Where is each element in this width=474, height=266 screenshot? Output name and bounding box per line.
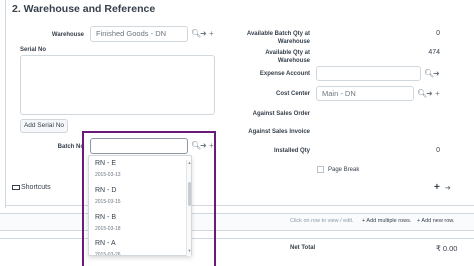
available-batch-qty-label: Available Batch Qty at Warehouse bbox=[246, 31, 310, 45]
add-serial-no-button[interactable]: Add Serial No bbox=[20, 119, 68, 133]
add-multiple-rows-link[interactable]: + Add multiple rows. bbox=[362, 218, 411, 224]
expense-account-input[interactable] bbox=[316, 66, 421, 81]
arrow-right-icon[interactable]: ➜ bbox=[433, 69, 440, 79]
installed-qty-value: 0 bbox=[436, 147, 440, 154]
section-title: 2. Warehouse and Reference bbox=[12, 3, 156, 15]
page-break-checkbox[interactable] bbox=[317, 166, 324, 173]
section-border bbox=[5, 0, 6, 208]
plus-icon[interactable]: + bbox=[209, 29, 214, 39]
add-new-row-link[interactable]: + Add new row. bbox=[417, 218, 454, 224]
warehouse-reference-section: 2. Warehouse and Reference Warehouse Fin… bbox=[0, 0, 474, 208]
arrow-right-icon[interactable]: ➜ bbox=[426, 89, 433, 99]
page-break-label: Page Break bbox=[328, 167, 360, 173]
arrow-right-icon[interactable]: ➜ bbox=[200, 29, 207, 39]
add-shortcut-icon[interactable]: + bbox=[434, 183, 440, 193]
serial-no-label: Serial No bbox=[20, 47, 47, 53]
serial-no-textarea[interactable] bbox=[20, 55, 215, 115]
available-qty-value: 474 bbox=[428, 49, 440, 56]
warehouse-label: Warehouse bbox=[51, 32, 84, 38]
against-sales-order-label: Against Sales Order bbox=[252, 111, 310, 117]
installed-qty-label: Installed Qty bbox=[273, 148, 310, 154]
section-divider bbox=[5, 205, 474, 206]
plus-icon[interactable]: + bbox=[435, 89, 440, 99]
expense-account-label: Expense Account bbox=[259, 71, 310, 77]
grid-hint: Click on row to view / edit. bbox=[290, 218, 354, 224]
totals-divider bbox=[0, 238, 474, 239]
cost-center-input[interactable]: Main - DN bbox=[316, 86, 414, 101]
net-total-value: ₹ 0.00 bbox=[436, 244, 458, 253]
shortcuts-label[interactable]: Shortcuts bbox=[12, 184, 51, 191]
keyboard-icon bbox=[12, 184, 20, 190]
arrow-right-icon[interactable]: ➜ bbox=[445, 184, 451, 194]
highlight-box bbox=[82, 131, 216, 266]
batch-no-label: Batch No bbox=[57, 144, 84, 150]
available-qty-label: Available Qty at Warehouse bbox=[265, 50, 310, 64]
available-batch-qty-value: 0 bbox=[436, 30, 440, 37]
net-total-label: Net Total bbox=[290, 245, 316, 251]
cost-center-label: Cost Center bbox=[275, 91, 310, 97]
warehouse-input[interactable]: Finished Goods - DN bbox=[90, 26, 188, 42]
against-sales-invoice-label: Against Sales Invoice bbox=[248, 129, 310, 135]
